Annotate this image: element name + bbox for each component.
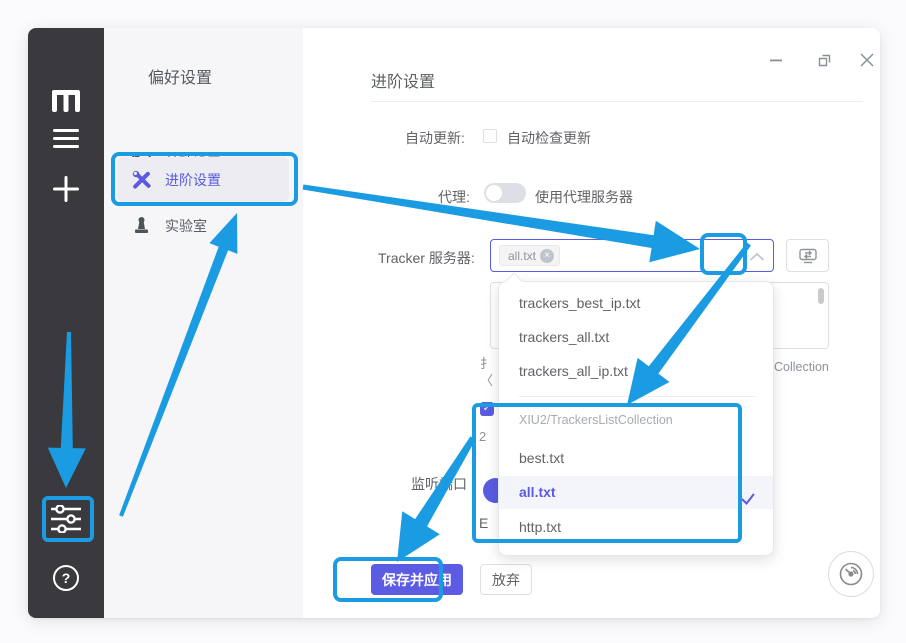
maximize-button[interactable] bbox=[814, 50, 834, 70]
sidebar-item-lab[interactable]: 实验室 bbox=[117, 203, 289, 248]
sidebar-item-label: 进阶设置 bbox=[165, 170, 221, 190]
listen-port-label: 监听端口 bbox=[411, 474, 467, 494]
preferences-panel: 偏好设置 基础设置 bbox=[104, 28, 303, 618]
task-list-icon[interactable] bbox=[28, 122, 104, 156]
sidebar-item-advanced-settings[interactable]: 进阶设置 bbox=[117, 157, 289, 202]
screenshot-root: { "colors": { "accent_purple": "#5a5be0"… bbox=[0, 0, 906, 643]
add-task-icon[interactable] bbox=[28, 172, 104, 206]
dropdown-item[interactable]: best.txt bbox=[499, 442, 773, 474]
dropdown-item[interactable]: http.txt bbox=[499, 511, 773, 543]
minimize-button[interactable] bbox=[766, 50, 786, 70]
check-icon bbox=[741, 485, 755, 499]
chevron-up-icon[interactable] bbox=[749, 249, 765, 265]
tag-label: all.txt bbox=[508, 249, 536, 263]
selected-tag: all.txt × bbox=[499, 245, 560, 266]
auto-update-label: 自动更新: bbox=[405, 128, 465, 148]
speedometer-icon bbox=[838, 561, 864, 587]
help-icon[interactable]: ? bbox=[28, 561, 104, 595]
dropdown-item[interactable]: trackers_best_ip.txt bbox=[499, 287, 773, 319]
speed-limit-button[interactable] bbox=[828, 551, 874, 597]
motrix-logo-icon bbox=[52, 90, 80, 113]
sidebar-item-label: 实验室 bbox=[165, 216, 207, 236]
dropdown-divider bbox=[519, 396, 755, 397]
proxy-label: 代理: bbox=[438, 187, 470, 207]
question-glyph: ? bbox=[62, 570, 71, 586]
textarea-scrollbar-thumb[interactable] bbox=[818, 288, 824, 304]
app-sidebar: ? bbox=[28, 28, 104, 618]
dropdown-item[interactable]: trackers_all.txt bbox=[499, 321, 773, 353]
page-title: 进阶设置 bbox=[371, 68, 435, 92]
helper-fragment-2: 〈 bbox=[480, 370, 493, 389]
close-button[interactable] bbox=[854, 50, 880, 70]
dropdown-item-selected[interactable]: all.txt bbox=[499, 476, 773, 509]
tracker-server-label: Tracker 服务器: bbox=[378, 248, 475, 268]
title-divider bbox=[371, 101, 863, 102]
proxy-toggle-label: 使用代理服务器 bbox=[535, 187, 633, 207]
motrix-logo-icon bbox=[28, 84, 104, 118]
app-window: ? 偏好设置 基础设置 bbox=[28, 28, 880, 618]
auto-update-checkbox[interactable] bbox=[483, 129, 497, 143]
dropdown-item[interactable]: trackers_all_ip.txt bbox=[499, 355, 773, 387]
auto-update-checkbox-label[interactable]: 自动检查更新 bbox=[507, 128, 591, 148]
sync-tracker-icon bbox=[799, 248, 817, 264]
tools-icon bbox=[132, 170, 151, 189]
lab-stamp-icon bbox=[132, 216, 151, 235]
proxy-toggle[interactable] bbox=[484, 183, 526, 203]
tracker-dropdown: trackers_best_ip.txt trackers_all.txt tr… bbox=[498, 281, 774, 556]
tracker-server-select[interactable]: all.txt × bbox=[490, 239, 774, 272]
sync-time-fragment: 2 bbox=[479, 429, 486, 444]
save-apply-button[interactable]: 保存并应用 bbox=[371, 564, 463, 595]
preferences-title: 偏好设置 bbox=[148, 64, 212, 88]
sync-tracker-button[interactable] bbox=[786, 239, 829, 272]
dropdown-group-label: XIU2/TrackersListCollection bbox=[519, 411, 673, 429]
letter-fragment: E bbox=[479, 515, 488, 531]
preferences-sliders-icon[interactable] bbox=[28, 502, 104, 536]
main-content: 进阶设置 自动更新: 自动检查更新 代理: 使用代理服务器 Tracker 服务… bbox=[303, 28, 880, 618]
tag-close-icon[interactable]: × bbox=[540, 249, 554, 263]
helper-text-fragment: Collection bbox=[774, 360, 829, 374]
toggle-knob bbox=[486, 185, 502, 201]
discard-button[interactable]: 放弃 bbox=[480, 564, 532, 595]
auto-sync-checkbox-fragment[interactable]: ✓ bbox=[480, 402, 494, 416]
